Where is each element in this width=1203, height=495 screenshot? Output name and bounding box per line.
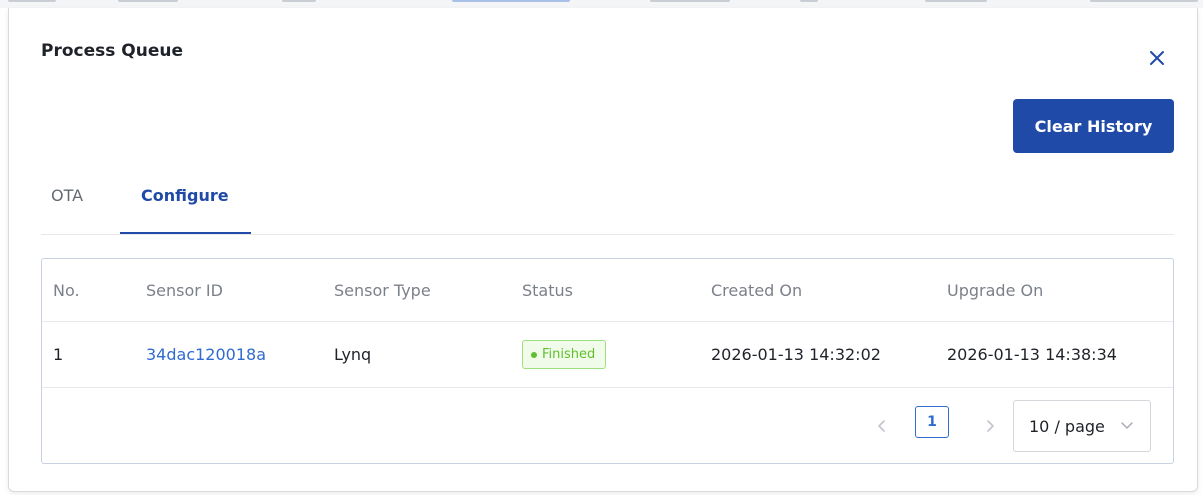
cell-upgrade-on: 2026-01-13 14:38:34 — [947, 345, 1117, 364]
page-size-value: 10 / page — [1029, 416, 1105, 436]
close-icon — [1150, 51, 1164, 65]
sensor-id-link[interactable]: 34dac120018a — [146, 345, 266, 364]
column-header-no: No. — [53, 280, 80, 300]
cell-sensor-type: Lynq — [334, 345, 372, 364]
status-label: Finished — [542, 347, 596, 362]
table-header: No. Sensor ID Sensor Type Status Created… — [42, 259, 1173, 322]
next-page-button[interactable] — [978, 414, 1002, 438]
cell-created-on: 2026-01-13 14:32:02 — [711, 345, 881, 364]
page-1-button[interactable]: 1 — [915, 406, 949, 438]
clear-history-button[interactable]: Clear History — [1013, 99, 1174, 153]
tab-bar: OTA Configure — [41, 178, 1174, 235]
chevron-down-icon — [1121, 422, 1133, 429]
page-size-select[interactable]: 10 / page — [1013, 400, 1151, 452]
process-queue-modal: Process Queue Clear History OTA Configur… — [8, 8, 1198, 492]
modal-title: Process Queue — [41, 41, 184, 61]
chevron-left-icon — [878, 420, 885, 432]
active-tab-indicator — [120, 232, 251, 234]
table-row: 1 34dac120018a Lynq Finished 2026-01-13 … — [42, 322, 1173, 388]
column-header-sensor-id: Sensor ID — [146, 280, 223, 300]
column-header-upgrade-on: Upgrade On — [947, 280, 1044, 300]
cell-status: Finished — [522, 322, 607, 387]
status-dot-icon — [531, 351, 537, 358]
chevron-right-icon — [987, 420, 994, 432]
tab-ota[interactable]: OTA — [51, 178, 83, 234]
close-button[interactable] — [1145, 46, 1169, 70]
background-table-edge — [0, 0, 1203, 8]
cell-sensor-id: 34dac120018a — [146, 322, 266, 387]
column-header-status: Status — [522, 280, 573, 300]
status-badge: Finished — [522, 340, 607, 369]
column-header-sensor-type: Sensor Type — [334, 280, 431, 300]
cell-no: 1 — [53, 345, 64, 364]
column-header-created-on: Created On — [711, 280, 803, 300]
tab-configure[interactable]: Configure — [141, 178, 229, 234]
queue-table: No. Sensor ID Sensor Type Status Created… — [41, 258, 1174, 464]
previous-page-button[interactable] — [870, 414, 894, 438]
pagination: 1 10 / page — [42, 388, 1173, 463]
